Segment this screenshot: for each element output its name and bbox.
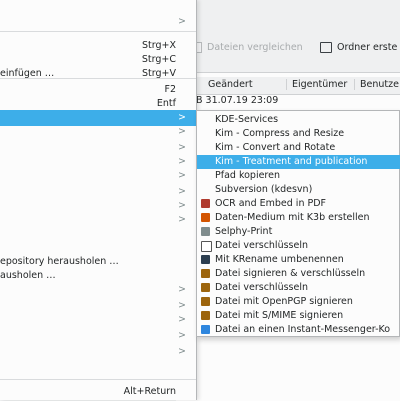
context-menu-item[interactable]: > <box>0 328 196 344</box>
context-menu-item[interactable]: > <box>0 14 196 30</box>
context-menu-item[interactable]: > <box>0 212 196 228</box>
submenu-item-label: Mit KRename umbenennen <box>215 254 344 265</box>
menu-item-shortcut: Strg+C <box>141 54 176 65</box>
submenu-item-label: Kim - Compress and Resize <box>215 128 345 139</box>
submenu-item[interactable]: Datei mit OpenPGP signieren <box>197 295 400 309</box>
messenger-icon <box>201 325 210 334</box>
submenu-item-label: Datei signieren & verschlüsseln <box>215 268 366 279</box>
submenu-arrow-icon: > <box>178 112 186 123</box>
menu-item-label: ausholen … <box>0 270 56 281</box>
submenu-arrow-icon: > <box>178 16 186 27</box>
file-row[interactable]: B 31.07.19 23:09 <box>196 95 278 106</box>
submenu-item[interactable]: Kim - Compress and Resize <box>197 127 400 141</box>
submenu-arrow-icon: > <box>178 214 186 225</box>
submenu-item-label: Datei an einen Instant-Messenger-Ko <box>215 324 391 335</box>
krename-icon <box>201 255 210 264</box>
submenu-item[interactable]: Datei mit S/MIME signieren <box>197 309 400 323</box>
context-menu-item[interactable]: > <box>0 312 196 328</box>
printer-icon <box>201 227 210 236</box>
context-menu-item[interactable]: > <box>0 168 196 184</box>
context-menu-item[interactable]: Alt+Return <box>0 384 196 400</box>
submenu-item[interactable]: Selphy-Print <box>197 225 400 239</box>
submenu-item-label: Daten-Medium mit K3b erstellen <box>215 212 370 223</box>
k3b-icon <box>201 213 210 222</box>
menu-item-shortcut: Strg+V <box>142 68 176 79</box>
submenu-arrow-icon: > <box>178 284 186 295</box>
menu-item-shortcut: Strg+X <box>142 40 176 51</box>
submenu-item[interactable]: KDE-Services <box>197 113 400 127</box>
submenu-item[interactable]: Mit KRename umbenennen <box>197 253 400 267</box>
submenu-item-label: Datei verschlüsseln <box>215 240 308 251</box>
submenu-item-label: Subversion (kdesvn) <box>215 184 313 195</box>
openpgp-icon <box>201 297 210 306</box>
submenu-arrow-icon: > <box>178 314 186 325</box>
compare-files-button[interactable]: Dateien vergleichen <box>190 39 303 55</box>
menu-item-shortcut: Entf <box>156 98 176 109</box>
column-owner[interactable]: Eigentümer <box>286 79 347 90</box>
column-header: Geändert Eigentümer Benutze <box>176 77 400 95</box>
new-folder-label: Ordner erste <box>337 41 398 53</box>
submenu-arrow-icon: > <box>178 156 186 167</box>
submenu-item-label: KDE-Services <box>215 114 279 125</box>
ocr-icon <box>201 199 210 208</box>
menu-item-label: epository herausholen … <box>0 256 119 267</box>
submenu-arrow-icon: > <box>178 346 186 357</box>
menu-item-shortcut: Alt+Return <box>123 386 176 397</box>
submenu-item-label: Selphy-Print <box>215 226 273 237</box>
context-menu-item[interactable]: einfügen … Strg+V <box>0 66 196 82</box>
submenu-item[interactable]: Datei verschlüsseln <box>197 281 400 295</box>
submenu-arrow-icon: > <box>178 142 186 153</box>
menu-separator <box>0 31 196 32</box>
submenu-item[interactable]: Subversion (kdesvn) <box>197 183 400 197</box>
menu-item-label: einfügen … <box>0 68 55 79</box>
submenu-item[interactable]: Datei verschlüsseln <box>197 239 400 253</box>
submenu-item[interactable]: OCR and Embed in PDF <box>197 197 400 211</box>
submenu-item-label: Datei mit OpenPGP signieren <box>215 296 353 307</box>
folder-icon <box>320 41 332 53</box>
toolbar: Dateien vergleichen Ordner erste <box>176 34 400 60</box>
menu-separator <box>0 379 196 380</box>
submenu-item[interactable]: Datei signieren & verschlüsseln <box>197 267 400 281</box>
submenu-item-label: Datei mit S/MIME signieren <box>215 310 344 321</box>
submenu-item[interactable]: Kim - Treatment and publication <box>197 155 400 169</box>
context-menu-item[interactable]: > <box>0 282 196 298</box>
actions-submenu: KDE-Services Kim - Compress and Resize Kim… <box>196 110 400 337</box>
submenu-item[interactable]: Datei an einen Instant-Messenger-Ko <box>197 323 400 337</box>
context-menu-item[interactable]: > <box>0 124 196 140</box>
submenu-item[interactable]: Pfad kopieren <box>197 169 400 183</box>
submenu-item-label: Kim - Convert and Rotate <box>215 142 336 153</box>
submenu-item[interactable]: Kim - Convert and Rotate <box>197 141 400 155</box>
submenu-item-label: Pfad kopieren <box>215 170 280 181</box>
submenu-arrow-icon: > <box>178 170 186 181</box>
lock-icon <box>201 241 212 252</box>
column-user[interactable]: Benutze <box>354 79 399 90</box>
new-folder-button[interactable]: Ordner erste <box>320 39 397 55</box>
smime-icon <box>201 311 210 320</box>
submenu-item-label: OCR and Embed in PDF <box>215 198 326 209</box>
submenu-arrow-icon: > <box>178 126 186 137</box>
column-modified[interactable]: Geändert <box>208 79 253 90</box>
submenu-arrow-icon: > <box>178 200 186 211</box>
sign-encrypt-icon <box>201 269 210 278</box>
submenu-arrow-icon: > <box>178 300 186 311</box>
encrypt-icon <box>201 283 210 292</box>
submenu-arrow-icon: > <box>178 186 186 197</box>
submenu-arrow-icon: > <box>178 330 186 341</box>
submenu-item-label: Datei verschlüsseln <box>215 282 308 293</box>
context-menu: > Strg+X Strg+C einfügen … Strg+V F2 Entf > > > > >… <box>0 0 197 400</box>
compare-files-label: Dateien vergleichen <box>207 41 303 53</box>
menu-item-shortcut: F2 <box>164 84 176 95</box>
submenu-item-label: Kim - Treatment and publication <box>215 156 368 167</box>
submenu-item[interactable]: Daten-Medium mit K3b erstellen <box>197 211 400 225</box>
context-menu-item[interactable]: > <box>0 344 196 360</box>
